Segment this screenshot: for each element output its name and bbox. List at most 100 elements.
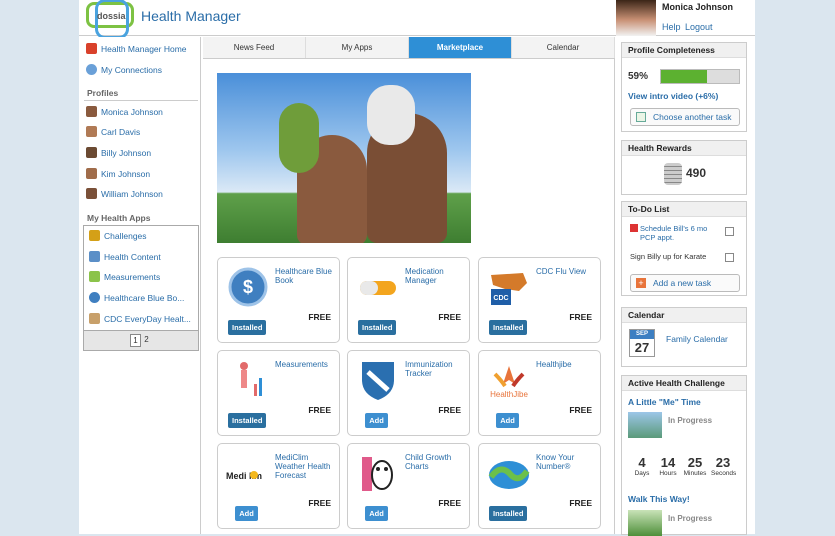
panel-title: Health Rewards bbox=[622, 141, 746, 156]
app-name[interactable]: Measurements bbox=[275, 360, 337, 369]
left-sidebar: Health Manager Home My Connections Profi… bbox=[79, 37, 201, 534]
tab-news-feed[interactable]: News Feed bbox=[203, 37, 306, 58]
profile-label: William Johnson bbox=[101, 188, 163, 199]
page-1[interactable]: 1 bbox=[130, 334, 141, 347]
app-item[interactable]: Healthcare Blue Bo... bbox=[89, 292, 184, 303]
app-name[interactable]: MediClim Weather Health Forecast bbox=[275, 453, 337, 480]
app-card[interactable]: CDC CDC Flu View FREE Installed bbox=[478, 257, 601, 343]
shield-syringe-icon bbox=[356, 360, 400, 400]
profile-item[interactable]: William Johnson bbox=[86, 188, 163, 199]
user-name: Monica Johnson bbox=[662, 2, 734, 12]
profile-item[interactable]: Monica Johnson bbox=[86, 106, 163, 117]
app-card[interactable]: $ Healthcare Blue Book FREE Installed bbox=[217, 257, 340, 343]
profile-label: Monica Johnson bbox=[101, 106, 163, 117]
profile-label: Carl Davis bbox=[101, 126, 141, 137]
healthjibe-logo-icon: HealthJibe bbox=[487, 360, 531, 400]
app-frame: dossia Health Manager Monica Johnson Hel… bbox=[79, 0, 755, 536]
countdown-value: 14 bbox=[660, 455, 676, 470]
task-icon bbox=[636, 112, 646, 122]
dossia-logo[interactable]: dossia bbox=[86, 0, 134, 39]
todo-checkbox[interactable] bbox=[725, 227, 734, 236]
logo-text: dossia bbox=[97, 11, 126, 21]
installed-button[interactable]: Installed bbox=[358, 320, 397, 335]
app-name[interactable]: Healthcare Blue Book bbox=[275, 267, 337, 285]
nav-connections[interactable]: My Connections bbox=[86, 64, 162, 75]
countdown-unit: Hours bbox=[659, 470, 677, 477]
todo-item[interactable]: Schedule Bill's 6 mo PCP appt. bbox=[640, 224, 722, 242]
app-card[interactable]: HealthJibe Healthjibe FREE Add bbox=[478, 350, 601, 436]
app-label: CDC EveryDay Healt... bbox=[104, 313, 191, 324]
profile-item[interactable]: Billy Johnson bbox=[86, 147, 151, 158]
logout-link[interactable]: Logout bbox=[685, 22, 713, 32]
tab-my-apps[interactable]: My Apps bbox=[306, 37, 409, 58]
add-button[interactable]: Add bbox=[365, 413, 388, 428]
todo-checkbox[interactable] bbox=[725, 253, 734, 262]
app-item[interactable]: CDC EveryDay Healt... bbox=[89, 313, 191, 324]
intro-video-link[interactable]: View intro video (+6%) bbox=[628, 91, 718, 101]
app-card[interactable]: Medication Manager FREE Installed bbox=[347, 257, 470, 343]
choose-task-label: Choose another task bbox=[653, 112, 732, 122]
app-card[interactable]: Child Growth Charts FREE Add bbox=[347, 443, 470, 529]
panel-title: To-Do List bbox=[622, 202, 746, 217]
app-card[interactable]: Measurements FREE Installed bbox=[217, 350, 340, 436]
cdc-logo-text: CDC bbox=[493, 295, 508, 302]
challenge-title[interactable]: Walk This Way! bbox=[628, 494, 690, 504]
reward-points: 490 bbox=[686, 166, 707, 180]
tab-marketplace[interactable]: Marketplace bbox=[409, 37, 512, 58]
family-icon bbox=[89, 313, 100, 324]
profile-item[interactable]: Carl Davis bbox=[86, 126, 140, 137]
app-name[interactable]: Immunization Tracker bbox=[405, 360, 467, 378]
help-link[interactable]: Help bbox=[662, 22, 681, 32]
installed-button[interactable]: Installed bbox=[228, 320, 267, 335]
app-name[interactable]: Healthjibe bbox=[536, 360, 598, 369]
app-item[interactable]: Health Content bbox=[89, 251, 161, 262]
installed-button[interactable]: Installed bbox=[489, 320, 528, 335]
installed-button[interactable]: Installed bbox=[228, 413, 267, 428]
user-avatar[interactable] bbox=[616, 0, 656, 36]
app-name[interactable]: CDC Flu View bbox=[536, 267, 598, 276]
choose-task-button[interactable]: Choose another task bbox=[630, 108, 740, 126]
app-card[interactable]: Medi lim MediClim Weather Health Forecas… bbox=[217, 443, 340, 529]
challenge-title[interactable]: A Little "Me" Time bbox=[628, 397, 701, 407]
panel-title: Calendar bbox=[622, 308, 746, 323]
chart-icon bbox=[89, 271, 100, 282]
tab-calendar[interactable]: Calendar bbox=[512, 37, 615, 58]
app-label: Measurements bbox=[104, 271, 161, 282]
profile-completeness-panel: Profile Completeness 59% View intro vide… bbox=[621, 42, 747, 132]
app-label: Challenges bbox=[104, 230, 147, 241]
app-item[interactable]: Measurements bbox=[89, 271, 160, 282]
calendar-icon[interactable]: SEP 27 bbox=[629, 329, 655, 357]
cdc-map-icon: CDC bbox=[487, 267, 531, 307]
health-rewards-panel: Health Rewards 490 bbox=[621, 140, 747, 195]
add-button[interactable]: Add bbox=[496, 413, 519, 428]
app-item[interactable]: Challenges bbox=[89, 230, 147, 241]
todo-panel: To-Do List Schedule Bill's 6 mo PCP appt… bbox=[621, 201, 747, 296]
todo-item[interactable]: Sign Billy up for Karate bbox=[630, 252, 706, 261]
add-task-label: Add a new task bbox=[653, 278, 712, 288]
panel-title: Active Health Challenge bbox=[622, 376, 746, 391]
app-card[interactable]: Know Your Number® FREE Installed bbox=[478, 443, 601, 529]
panel-title: Profile Completeness bbox=[622, 43, 746, 58]
add-button[interactable]: Add bbox=[235, 506, 258, 521]
app-card[interactable]: Immunization Tracker FREE Add bbox=[347, 350, 470, 436]
challenge-status: In Progress bbox=[668, 514, 713, 523]
avatar bbox=[86, 168, 97, 179]
app-name[interactable]: Know Your Number® bbox=[536, 453, 598, 471]
page-2[interactable]: 2 bbox=[141, 334, 152, 347]
challenge-thumbnail bbox=[628, 412, 662, 438]
add-button[interactable]: Add bbox=[365, 506, 388, 521]
countdown-days: 4 Days bbox=[630, 456, 654, 478]
profile-item[interactable]: Kim Johnson bbox=[86, 168, 150, 179]
nav-home[interactable]: Health Manager Home bbox=[86, 43, 187, 54]
installed-button[interactable]: Installed bbox=[489, 506, 528, 521]
app-name[interactable]: Child Growth Charts bbox=[405, 453, 467, 471]
my-apps-heading: My Health Apps bbox=[87, 213, 151, 223]
family-calendar-link[interactable]: Family Calendar bbox=[666, 334, 728, 344]
app-name[interactable]: Medication Manager bbox=[405, 267, 467, 285]
add-task-button[interactable]: + Add a new task bbox=[630, 274, 740, 292]
app-price: FREE bbox=[438, 498, 461, 508]
app-price: FREE bbox=[438, 405, 461, 415]
document-icon bbox=[89, 251, 100, 262]
panda-icon bbox=[356, 453, 400, 493]
app-price: FREE bbox=[438, 312, 461, 322]
